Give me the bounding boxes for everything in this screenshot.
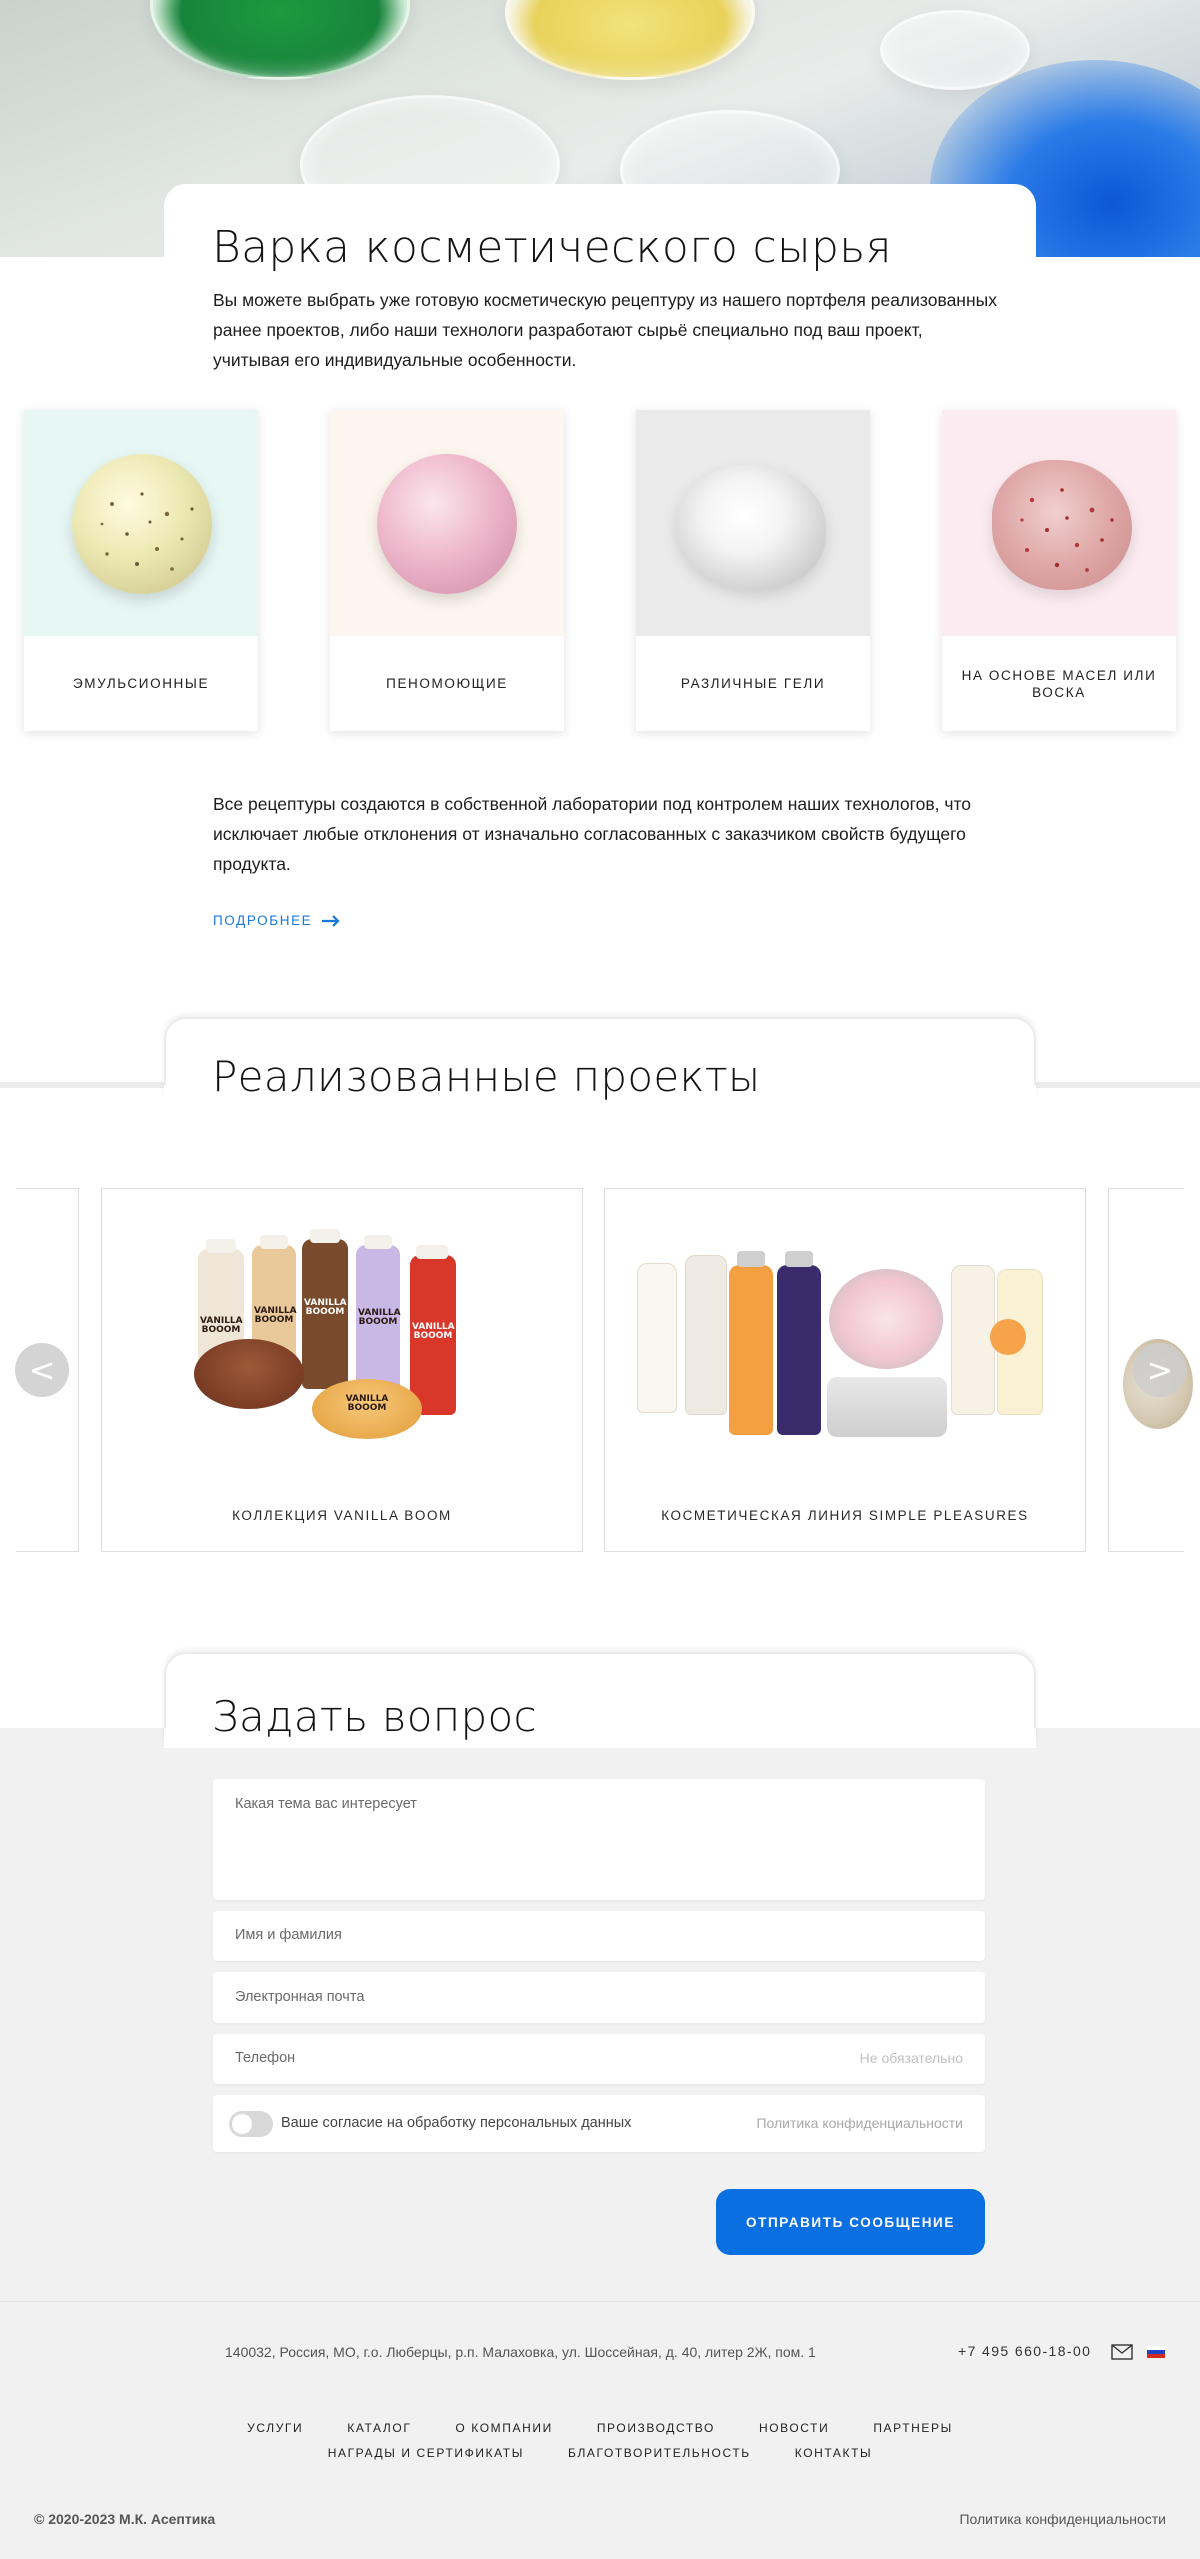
- carousel-next-button[interactable]: >: [1133, 1343, 1187, 1397]
- consent-toggle[interactable]: [229, 2111, 273, 2137]
- type-card-emulsion[interactable]: ЭМУЛЬСИОННЫЕ: [24, 410, 258, 731]
- brand-label: VANILLA BOOOM: [200, 1316, 243, 1335]
- brand-label: VANILLA BOOOM: [345, 1394, 389, 1413]
- project-label: КОСМЕТИЧЕСКАЯ ЛИНИЯ SIMPLE PLEASURES: [661, 1508, 1029, 1523]
- brand-label: VANILLA BOOOM: [254, 1306, 297, 1325]
- type-label: ПЕНОМОЮЩИЕ: [386, 676, 508, 691]
- question-title: Задать вопрос: [212, 1692, 537, 1741]
- oils-image: [942, 410, 1176, 636]
- name-field[interactable]: Имя и фамилия: [213, 1911, 985, 1961]
- more-link[interactable]: ПОДРОБНЕЕ: [213, 913, 340, 928]
- footer-address: 140032, Россия, МО, г.о. Люберцы, р.п. М…: [225, 2344, 816, 2360]
- nav-item-news[interactable]: НОВОСТИ: [759, 2421, 829, 2435]
- cooking-title: Варка косметического сырья: [212, 222, 892, 273]
- yellow-cream-dish: [505, 0, 755, 80]
- phone-optional-hint: Не обязательно: [859, 2050, 963, 2066]
- type-card-oils[interactable]: НА ОСНОВЕ МАСЕЛ ИЛИ ВОСКА: [942, 410, 1176, 731]
- petri-dish: [880, 10, 1030, 90]
- phone-field[interactable]: Телефон Не обязательно: [213, 2034, 985, 2084]
- nav-item-charity[interactable]: БЛАГОТВОРИТЕЛЬНОСТЬ: [568, 2446, 751, 2460]
- footer-phone[interactable]: +7 495 660-18-00: [958, 2343, 1091, 2359]
- gels-image: [636, 410, 870, 636]
- nav-item-awards[interactable]: НАГРАДЫ И СЕРТИФИКАТЫ: [328, 2446, 524, 2460]
- send-message-button[interactable]: ОТПРАВИТЬ СООБЩЕНИЕ: [716, 2189, 985, 2255]
- type-card-gels[interactable]: РАЗЛИЧНЫЕ ГЕЛИ: [636, 410, 870, 731]
- nav-item-services[interactable]: УСЛУГИ: [247, 2421, 303, 2435]
- footer-privacy-link[interactable]: Политика конфиденциальности: [959, 2511, 1166, 2527]
- email-field[interactable]: Электронная почта: [213, 1972, 985, 2023]
- mail-icon[interactable]: [1111, 2344, 1133, 2360]
- more-link-label: ПОДРОБНЕЕ: [213, 913, 313, 928]
- nav-item-catalog[interactable]: КАТАЛОГ: [347, 2421, 411, 2435]
- cooking-body: Все рецептуры создаются в собственной ла…: [213, 794, 972, 874]
- project-card-vanilla-boom[interactable]: VANILLA BOOOM VANILLA BOOOM VANILLA BOOO…: [101, 1188, 583, 1552]
- footer-nav-row-1: УСЛУГИ КАТАЛОГ О КОМПАНИИ ПРОИЗВОДСТВО Н…: [0, 2421, 1200, 2435]
- topic-field[interactable]: Какая тема вас интересует: [213, 1779, 985, 1900]
- type-label: РАЗЛИЧНЫЕ ГЕЛИ: [680, 676, 826, 691]
- footer-nav-row-2: НАГРАДЫ И СЕРТИФИКАТЫ БЛАГОТВОРИТЕЛЬНОСТ…: [0, 2446, 1200, 2460]
- topic-label: Какая тема вас интересует: [235, 1796, 417, 1812]
- nav-item-production[interactable]: ПРОИЗВОДСТВО: [597, 2421, 715, 2435]
- footer-copyright: © 2020-2023 М.К. Асептика: [34, 2511, 216, 2527]
- emulsion-image: [24, 410, 258, 636]
- brand-label: VANILLA BOOOM: [304, 1298, 347, 1317]
- type-label: ЭМУЛЬСИОННЫЕ: [72, 676, 210, 691]
- brand-label: VANILLA BOOOM: [412, 1322, 455, 1341]
- consent-label: Ваше согласие на обработку персональных …: [281, 2115, 632, 2131]
- project-card-simple-pleasures[interactable]: КОСМЕТИЧЕСКАЯ ЛИНИЯ SIMPLE PLEASURES: [604, 1188, 1086, 1552]
- consent-row: Ваше согласие на обработку персональных …: [213, 2095, 985, 2152]
- footer: 140032, Россия, МО, г.о. Люберцы, р.п. М…: [0, 2301, 1200, 2559]
- email-label: Электронная почта: [235, 1989, 365, 2005]
- nav-item-partners[interactable]: ПАРТНЕРЫ: [873, 2421, 953, 2435]
- type-label: НА ОСНОВЕ МАСЕЛ ИЛИ ВОСКА: [961, 667, 1157, 700]
- projects-title: Реализованные проекты: [212, 1052, 761, 1101]
- carousel-prev-button[interactable]: <: [15, 1343, 69, 1397]
- brand-label: VANILLA BOOOM: [358, 1308, 401, 1327]
- nav-item-contacts[interactable]: КОНТАКТЫ: [795, 2446, 873, 2460]
- name-label: Имя и фамилия: [235, 1927, 342, 1943]
- project-label: КОЛЛЕКЦИЯ VANILLA BOOM: [232, 1508, 452, 1523]
- scrub-particles: [1020, 488, 1114, 572]
- privacy-policy-link[interactable]: Политика конфиденциальности: [756, 2115, 963, 2131]
- nav-item-about[interactable]: О КОМПАНИИ: [455, 2421, 552, 2435]
- emulsion-speckles: [100, 492, 194, 571]
- green-gel-dish: [150, 0, 410, 80]
- phone-label: Телефон: [235, 2050, 296, 2066]
- cooking-intro: Вы можете выбрать уже готовую косметичес…: [213, 290, 997, 370]
- type-card-foaming[interactable]: ПЕНОМОЮЩИЕ: [330, 410, 564, 731]
- russian-flag-icon[interactable]: [1147, 2346, 1165, 2358]
- foaming-image: [330, 410, 564, 636]
- arrow-right-icon: [322, 914, 340, 927]
